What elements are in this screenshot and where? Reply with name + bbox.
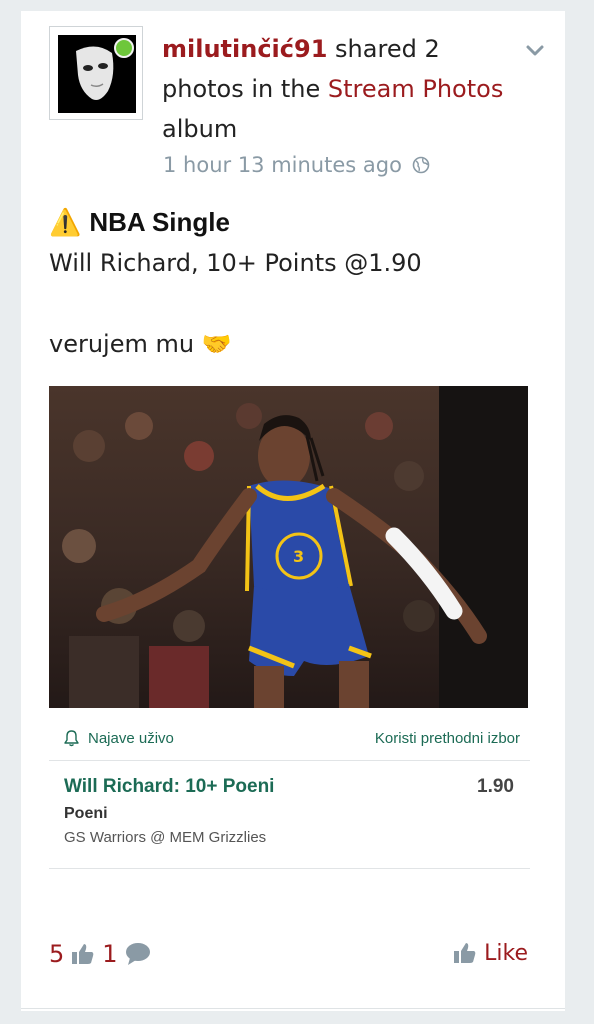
action-text-end: album	[162, 115, 238, 143]
bet-match: GS Warriors @ MEM Grizzlies	[64, 829, 267, 846]
comment-icon	[125, 943, 150, 965]
post-photo[interactable]: 3	[49, 386, 528, 708]
post-header: milutinčić91 shared 2 photos in the Stre…	[162, 29, 512, 149]
album-link[interactable]: Stream Photos	[328, 75, 503, 103]
avatar[interactable]	[49, 26, 143, 120]
avatar-image	[58, 35, 136, 113]
card-divider	[21, 1008, 565, 1009]
username-link[interactable]: milutinčić91	[162, 35, 327, 63]
like-count[interactable]: 5	[49, 940, 64, 968]
like-label: Like	[484, 940, 528, 966]
bell-icon	[64, 730, 79, 747]
post-body-line2: verujem mu 🤝	[49, 330, 232, 358]
jersey-number: 3	[293, 547, 304, 566]
live-alerts-label: Najave uživo	[88, 729, 174, 747]
reuse-selection-link[interactable]: Koristi prethodni izbor	[375, 730, 520, 747]
bet-market: Poeni	[64, 805, 108, 822]
post-footer: 5 1 Like	[49, 940, 528, 980]
warning-icon: ⚠️	[49, 207, 82, 237]
chevron-down-icon[interactable]	[524, 39, 546, 61]
globe-icon	[412, 156, 430, 174]
post-body-text: verujem mu	[49, 330, 195, 358]
bet-selection[interactable]: Will Richard: 10+ Poeni 1.90 Poeni GS Wa…	[49, 761, 530, 869]
timestamp-text[interactable]: 1 hour 13 minutes ago	[163, 153, 402, 177]
handshake-icon: 🤝	[201, 330, 232, 358]
post-body-line: Will Richard, 10+ Points @1.90	[49, 249, 422, 277]
basketball-player-image: 3	[49, 386, 528, 708]
thumbs-up-icon	[72, 944, 94, 964]
post-title: ⚠️ NBA Single	[49, 207, 230, 238]
post-title-text: NBA Single	[89, 207, 230, 237]
post-card: milutinčić91 shared 2 photos in the Stre…	[21, 11, 565, 1011]
comment-count[interactable]: 1	[102, 940, 117, 968]
live-alerts-button[interactable]: Najave uživo	[63, 729, 174, 747]
like-button[interactable]: Like	[452, 940, 528, 966]
post-timestamp: 1 hour 13 minutes ago	[163, 153, 430, 177]
thumbs-up-icon	[454, 943, 476, 963]
online-status-icon	[114, 38, 134, 58]
bet-name: Will Richard: 10+ Poeni	[64, 776, 275, 797]
bet-actions-row: Najave uživo Koristi prethodni izbor	[49, 716, 530, 761]
reaction-counts: 5 1	[49, 940, 152, 968]
bet-odds: 1.90	[477, 776, 514, 797]
